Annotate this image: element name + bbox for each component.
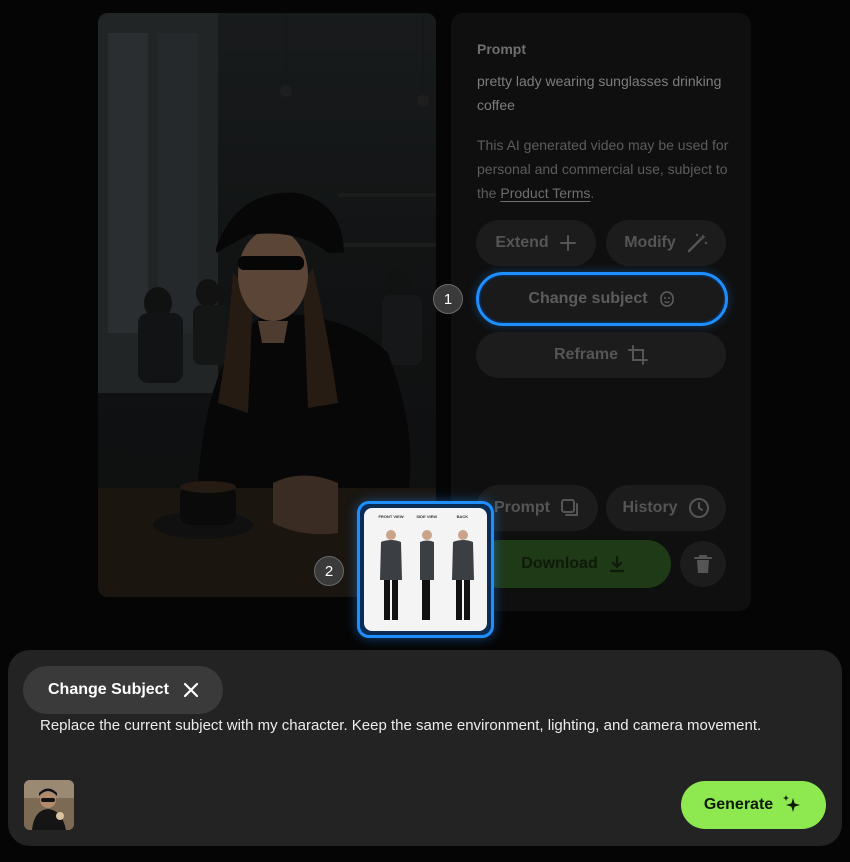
character-sheet-image: FRONT VIEW SIDE VIEW BACK (364, 508, 487, 631)
usage-terms-text: This AI generated video may be used for … (477, 133, 739, 205)
change-subject-label: Change subject (528, 290, 648, 307)
source-thumbnail-image (24, 780, 74, 830)
clock-icon (688, 498, 709, 518)
plus-icon (559, 235, 576, 251)
prompt-button[interactable]: Prompt (476, 485, 598, 531)
close-icon[interactable] (183, 682, 199, 698)
history-button[interactable]: History (606, 485, 726, 531)
generate-label: Generate (703, 796, 774, 813)
copy-icon (561, 499, 578, 516)
face-icon (659, 291, 674, 307)
download-label: Download (521, 555, 598, 572)
modify-button[interactable]: Modify (606, 220, 726, 266)
delete-button[interactable] (680, 541, 726, 587)
crop-icon (628, 345, 649, 365)
change-subject-button[interactable]: Change subject (476, 272, 728, 326)
character-figures (380, 530, 474, 620)
trash-icon (694, 555, 712, 573)
sparkle-icon (783, 795, 801, 812)
mode-chip-label: Change Subject (48, 681, 169, 698)
extend-button[interactable]: Extend (476, 220, 596, 266)
reframe-label: Reframe (553, 346, 619, 363)
history-label: History (622, 499, 678, 516)
prompt-heading: Prompt (477, 41, 526, 57)
download-icon (609, 555, 624, 573)
prompt-input[interactable]: Replace the current subject with my char… (40, 714, 800, 737)
download-button[interactable]: Download (476, 540, 671, 588)
step-badge-2: 2 (314, 556, 344, 586)
terms-text-after: . (590, 185, 595, 201)
reference-image-thumbnail[interactable]: FRONT VIEW SIDE VIEW BACK (357, 501, 494, 638)
modify-label: Modify (624, 234, 676, 251)
generate-button[interactable]: Generate (681, 781, 826, 829)
prompt-label: Prompt (494, 499, 550, 516)
change-subject-mode-chip[interactable]: Change Subject (23, 666, 223, 714)
magic-wand-icon (687, 233, 707, 253)
prompt-text: pretty lady wearing sunglasses drinking … (477, 73, 722, 113)
reframe-button[interactable]: Reframe (476, 332, 726, 378)
source-video-thumbnail[interactable] (24, 780, 74, 830)
step-badge-1: 1 (433, 284, 463, 314)
extend-label: Extend (495, 234, 549, 251)
product-terms-link[interactable]: Product Terms (500, 185, 590, 201)
